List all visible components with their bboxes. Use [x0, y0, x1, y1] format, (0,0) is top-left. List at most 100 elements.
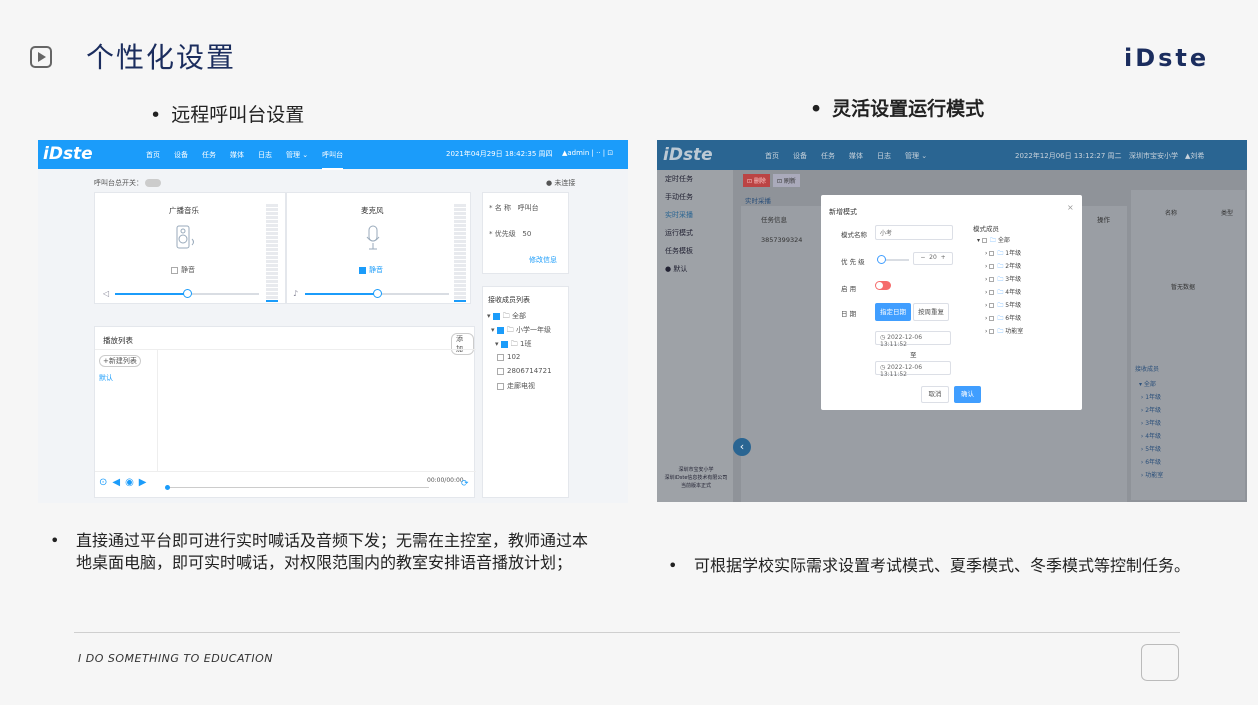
- bottom-tree-all[interactable]: ▾ 全部: [1139, 378, 1163, 391]
- priority-field: * 优先级 50: [489, 230, 532, 238]
- progress-track[interactable]: [165, 485, 429, 490]
- page-number-box: [1141, 644, 1179, 681]
- modal-tree-all[interactable]: ▾ 🗀 全部: [977, 234, 1023, 247]
- bottom-tree-g5[interactable]: › 5年级: [1139, 443, 1163, 456]
- mode-name-input[interactable]: 小考: [875, 225, 953, 240]
- mic-mute[interactable]: 静音: [359, 265, 383, 275]
- tree-node-class1[interactable]: ▾ 🗀 1班: [495, 339, 531, 351]
- r-nav-log[interactable]: 日志: [877, 151, 891, 161]
- nav-media[interactable]: 媒体: [230, 150, 244, 170]
- bottom-member-tree: ▾ 全部 › 1年级 › 2年级 › 3年级 › 4年级 › 5年级 › 6年级…: [1139, 378, 1163, 482]
- bottom-tree-room[interactable]: › 功能室: [1139, 469, 1163, 482]
- right-user-menu[interactable]: ▲刘希: [1185, 151, 1204, 161]
- broadcast-title: 广播音乐: [169, 206, 199, 215]
- player-controls[interactable]: ⊙◀◉▶: [99, 477, 152, 488]
- side-manual-task[interactable]: 手动任务: [657, 188, 733, 206]
- connection-status: ● 未连接: [546, 179, 576, 187]
- modal-tree-g2[interactable]: › 🗀 2年级: [977, 260, 1023, 273]
- date-from-input[interactable]: ◷ 2022-12-06 13:11:52: [875, 331, 951, 348]
- tree-node-device[interactable]: 2806714721: [497, 367, 552, 375]
- new-list-button[interactable]: +新建列表: [99, 355, 141, 367]
- bottom-tree-g3[interactable]: › 3年级: [1139, 417, 1163, 430]
- broadcast-mute[interactable]: 静音: [171, 265, 195, 275]
- playlist-title: 播放列表: [103, 336, 133, 345]
- nav-call-console[interactable]: 呼叫台: [322, 150, 344, 170]
- modal-tree-g6[interactable]: › 🗀 6年级: [977, 312, 1023, 325]
- volume-icon: ◁: [103, 289, 110, 298]
- mode-name-label: 模式名称: [841, 231, 867, 239]
- modal-tree-g5[interactable]: › 🗀 5年级: [977, 299, 1023, 312]
- mic-level-meter: [454, 204, 466, 302]
- tree-node-grade1[interactable]: ▾ 🗀 小学一年级: [491, 325, 551, 337]
- date-to-input[interactable]: ◷ 2022-12-06 13:11:52: [875, 361, 951, 378]
- mode-members-label: 模式成员: [973, 225, 999, 233]
- bottom-tree-g4[interactable]: › 4年级: [1139, 430, 1163, 443]
- side-run-mode[interactable]: 运行模式: [657, 224, 733, 242]
- left-user-menu[interactable]: ▲admin | ·· | ⊡: [562, 149, 613, 157]
- modal-tree-g4[interactable]: › 🗀 4年级: [977, 286, 1023, 299]
- mode-member-tree: ▾ 🗀 全部 › 🗀 1年级 › 🗀 2年级 › 🗀 3年级 › 🗀 4年级 ›…: [977, 234, 1023, 338]
- edit-info-link[interactable]: 修改信息: [529, 255, 557, 265]
- left-app-brand: iDste: [43, 144, 93, 164]
- playlist-default-item[interactable]: 默认: [99, 373, 113, 383]
- side-task-template[interactable]: 任务模板: [657, 242, 733, 260]
- right-nav: 首页 设备 任务 媒体 日志 管理 ⌄: [765, 151, 927, 161]
- r-nav-media[interactable]: 媒体: [849, 151, 863, 161]
- date-to-label: 至: [910, 351, 917, 359]
- left-description: • 直接通过平台即可进行实时喊话及音频下发；无需在主控室，教师通过本地桌面电脑，即…: [50, 531, 589, 572]
- modal-tree-g3[interactable]: › 🗀 3年级: [977, 273, 1023, 286]
- loop-icon[interactable]: ⟳: [461, 479, 469, 489]
- r-nav-device[interactable]: 设备: [793, 151, 807, 161]
- nav-log[interactable]: 日志: [258, 150, 272, 170]
- task-row-id[interactable]: 3857399324: [761, 236, 802, 244]
- bottom-tree-g6[interactable]: › 6年级: [1139, 456, 1163, 469]
- side-scheduled-task[interactable]: 定时任务: [657, 170, 733, 188]
- bottom-tree-g1[interactable]: › 1年级: [1139, 391, 1163, 404]
- master-switch-toggle[interactable]: [145, 179, 162, 187]
- r-nav-task[interactable]: 任务: [821, 151, 835, 161]
- brand-logo: iDste: [1124, 44, 1210, 72]
- col-name: 名称: [1165, 210, 1178, 217]
- play-icon[interactable]: [30, 46, 52, 68]
- modal-tree-room[interactable]: › 🗀 功能室: [977, 325, 1023, 338]
- refresh-button[interactable]: ⊡ 刷新: [773, 174, 800, 187]
- master-switch-row: 呼叫台总开关：: [94, 178, 162, 188]
- collapse-sidebar-icon[interactable]: ‹: [733, 438, 751, 456]
- enable-toggle[interactable]: [875, 281, 891, 290]
- nav-device[interactable]: 设备: [174, 150, 188, 170]
- tab-live-broadcast[interactable]: 实时采播: [745, 195, 771, 205]
- call-console-screenshot: iDste 首页 设备 任务 媒体 日志 管理 ⌄ 呼叫台 2021年04月29…: [38, 140, 628, 503]
- broadcast-panel: 广播音乐 静音 ◁: [94, 192, 286, 304]
- modal-close-icon[interactable]: ×: [1067, 203, 1074, 212]
- priority-stepper[interactable]: − 20 +: [913, 252, 953, 265]
- receivers-panel: 接收成员列表 ▾ 🗀 全部 ▾ 🗀 小学一年级 ▾ 🗀 1班 102 28067…: [482, 286, 569, 498]
- nav-manage[interactable]: 管理 ⌄: [286, 150, 308, 170]
- side-default[interactable]: ● 默认: [657, 260, 733, 278]
- modal-tree-g1[interactable]: › 🗀 1年级: [977, 247, 1023, 260]
- new-mode-modal: 新增模式 × 模式名称 小考 优 先 级 − 20 + 启 用 日 期 指定日期…: [821, 195, 1082, 410]
- tab-weekly-repeat[interactable]: 按周重复: [913, 303, 949, 321]
- tree-node-102[interactable]: 102: [497, 353, 520, 361]
- side-live-broadcast[interactable]: 实时采播: [657, 206, 733, 224]
- delete-button[interactable]: ⊡ 删除: [743, 174, 770, 187]
- r-nav-manage[interactable]: 管理 ⌄: [905, 151, 927, 161]
- nav-home[interactable]: 首页: [146, 150, 160, 170]
- tab-specific-date[interactable]: 指定日期: [875, 303, 911, 321]
- r-nav-home[interactable]: 首页: [765, 151, 779, 161]
- bottom-tree-g2[interactable]: › 2年级: [1139, 404, 1163, 417]
- priority-slider[interactable]: [877, 255, 909, 264]
- mic-volume-slider[interactable]: [305, 289, 449, 298]
- right-sidebar: 定时任务 手动任务 实时采播 运行模式 任务模板 ● 默认 深圳市宝安小学 深圳…: [657, 170, 733, 502]
- playlist-add-button[interactable]: 添加: [451, 333, 474, 355]
- date-label: 日 期: [841, 310, 857, 318]
- master-switch-label: 呼叫台总开关：: [94, 179, 143, 187]
- tree-node-corridor-tv[interactable]: 走廊电视: [497, 381, 535, 391]
- col-task-info: 任务信息: [761, 216, 787, 224]
- left-datetime: 2021年04月29日 18:42:35 周四: [446, 150, 553, 158]
- confirm-button[interactable]: 确认: [954, 386, 981, 403]
- broadcast-volume-slider[interactable]: [115, 289, 259, 298]
- tree-node-all[interactable]: ▾ 🗀 全部: [487, 311, 526, 323]
- nav-task[interactable]: 任务: [202, 150, 216, 170]
- cancel-button[interactable]: 取消: [921, 386, 949, 403]
- microphone-icon: [366, 225, 380, 250]
